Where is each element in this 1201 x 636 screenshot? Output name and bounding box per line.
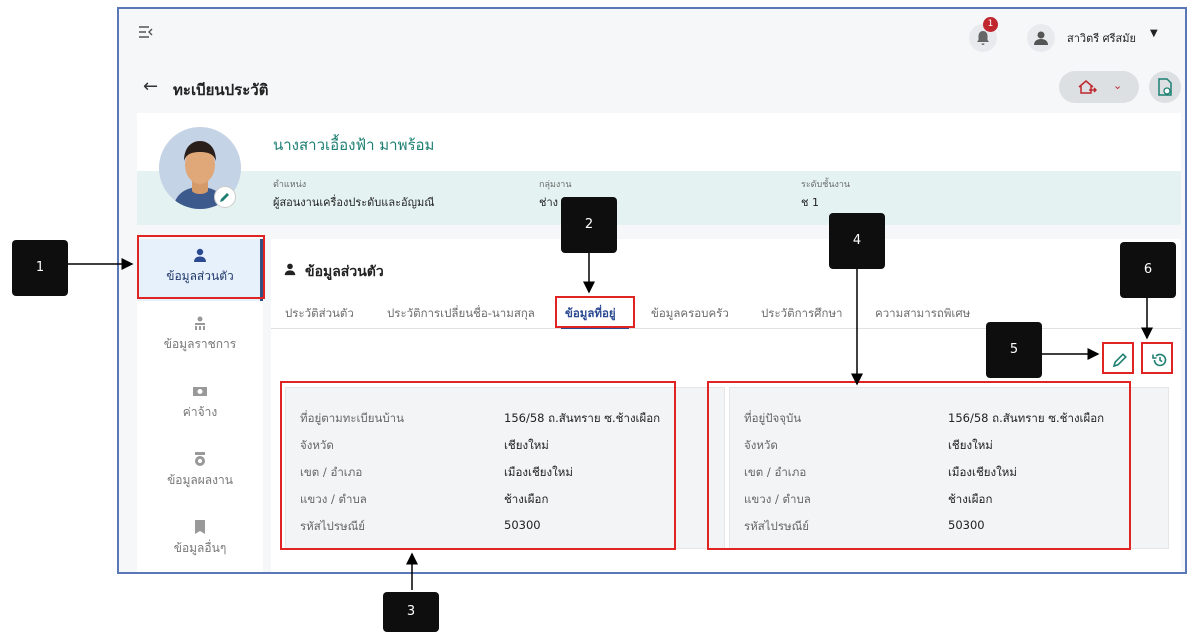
callout-4: 4 <box>829 213 885 269</box>
annotation-arrows <box>68 252 1153 590</box>
callout-2: 2 <box>561 197 617 253</box>
annotated-screenshot: 1 สาวิตรี ศรีสมัย ▼ ← ทะเบียนประวัติ ⌄ น… <box>0 0 1201 636</box>
callout-6: 6 <box>1120 242 1176 298</box>
callout-5: 5 <box>986 322 1042 378</box>
callout-1: 1 <box>12 240 68 296</box>
callout-3: 3 <box>383 592 439 632</box>
